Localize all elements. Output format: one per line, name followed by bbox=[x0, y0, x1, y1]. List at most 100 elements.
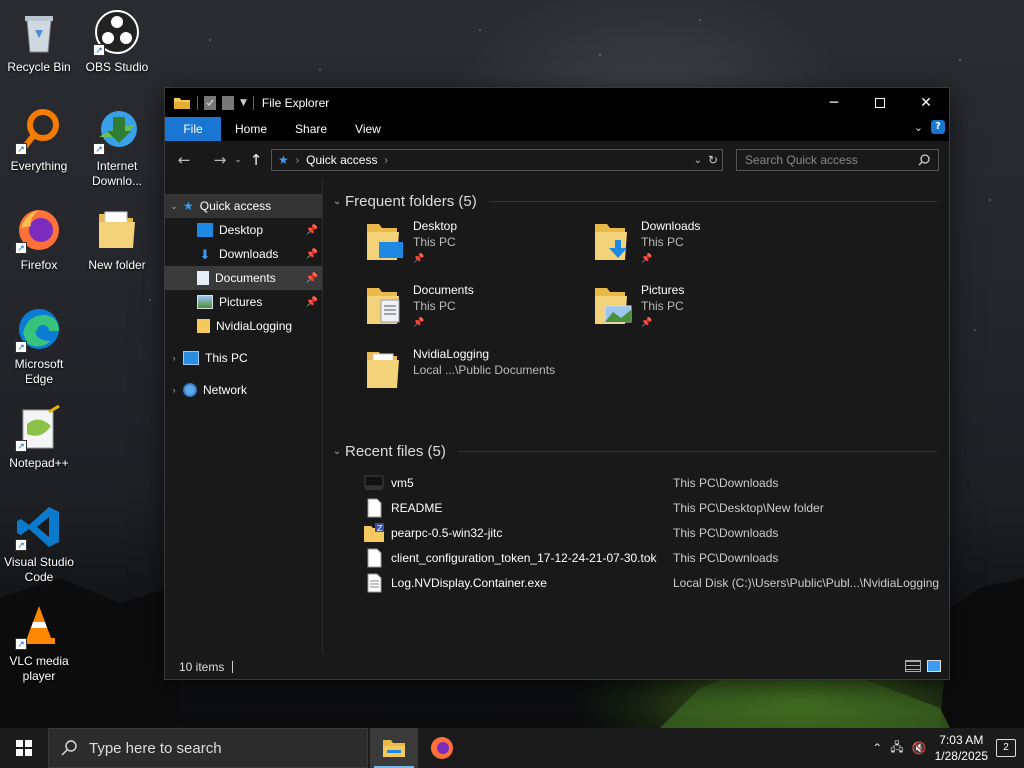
tab-home[interactable]: Home bbox=[221, 117, 281, 141]
shortcut-arrow-icon: ↗ bbox=[15, 242, 27, 254]
desktop-icon-internet-download-manager[interactable]: ↗ Internet Downlo... bbox=[78, 107, 156, 189]
expand-ribbon-icon[interactable]: ⌄ bbox=[914, 121, 923, 134]
computer-icon bbox=[183, 351, 199, 365]
recent-file-row[interactable]: README This PC\Desktop\New folder bbox=[329, 495, 949, 520]
desktop-icon-vlc[interactable]: ↗ VLC media player bbox=[0, 602, 78, 684]
pin-icon: 📌 bbox=[305, 272, 318, 284]
minimize-button[interactable]: ─ bbox=[811, 88, 857, 117]
folder-icon bbox=[363, 346, 407, 394]
pin-icon: 📌 bbox=[305, 224, 318, 236]
nav-item-nvidialogging[interactable]: NvidiaLogging bbox=[165, 314, 322, 338]
recent-locations-button[interactable]: ⌄ bbox=[231, 155, 245, 165]
recent-file-row[interactable]: client_configuration_token_17-12-24-21-0… bbox=[329, 545, 949, 570]
nav-item-desktop[interactable]: Desktop 📌 bbox=[165, 218, 322, 242]
start-button[interactable] bbox=[0, 728, 48, 768]
desktop-icon-everything[interactable]: ↗ Everything bbox=[0, 107, 78, 174]
search-icon bbox=[918, 154, 930, 166]
documents-icon bbox=[197, 271, 209, 285]
content-pane: ⌄ Frequent folders (5) Desktop This PC 📌 bbox=[323, 180, 949, 654]
recent-file-row[interactable]: Z pearpc-0.5-win32-jitc This PC\Download… bbox=[329, 520, 949, 545]
search-icon bbox=[61, 740, 77, 756]
clock-date: 1/28/2025 bbox=[934, 749, 988, 763]
nav-item-pictures[interactable]: Pictures 📌 bbox=[165, 290, 322, 314]
recent-files-header[interactable]: ⌄ Recent files (5) bbox=[329, 438, 949, 464]
nav-item-downloads[interactable]: ⬇ Downloads 📌 bbox=[165, 242, 322, 266]
folder-tile-desktop[interactable]: Desktop This PC 📌 bbox=[363, 218, 573, 274]
search-input[interactable]: Search Quick access bbox=[736, 149, 939, 171]
collapse-chevron-icon[interactable]: ⌄ bbox=[329, 446, 345, 457]
folder-app-icon bbox=[174, 97, 190, 109]
details-view-icon[interactable] bbox=[905, 660, 921, 672]
large-icons-view-icon[interactable] bbox=[927, 660, 941, 672]
customize-qat-icon[interactable]: ▼ bbox=[240, 98, 247, 108]
title-bar[interactable]: ▼ File Explorer ─ ✕ bbox=[165, 88, 949, 117]
taskbar-firefox[interactable] bbox=[418, 728, 466, 768]
nav-item-documents[interactable]: Documents 📌 bbox=[165, 266, 322, 290]
clock-time: 7:03 AM bbox=[939, 733, 984, 747]
notification-center-icon[interactable]: 2 bbox=[996, 739, 1016, 757]
folder-icon bbox=[93, 206, 141, 254]
taskbar-search-box[interactable]: Type here to search bbox=[48, 728, 368, 768]
expand-caret-icon[interactable]: › bbox=[165, 353, 183, 363]
pictures-icon bbox=[197, 295, 213, 309]
svg-text:Z: Z bbox=[377, 524, 383, 533]
desktop-icon-notepad-plus-plus[interactable]: ↗ Notepad++ bbox=[0, 404, 78, 471]
recent-file-row[interactable]: Log.NVDisplay.Container.exe Local Disk (… bbox=[329, 570, 949, 595]
idm-icon: ↗ bbox=[93, 107, 141, 155]
tab-share[interactable]: Share bbox=[281, 117, 341, 141]
help-icon[interactable]: ? bbox=[931, 120, 945, 134]
up-button[interactable]: ↑ bbox=[245, 151, 267, 169]
pin-icon: 📌 bbox=[641, 317, 653, 327]
desktop-icon-recycle-bin[interactable]: Recycle Bin bbox=[0, 8, 78, 75]
desktop-icon-firefox[interactable]: ↗ Firefox bbox=[0, 206, 78, 273]
desktop-icon bbox=[197, 223, 213, 237]
nav-this-pc[interactable]: › This PC bbox=[165, 346, 322, 370]
recent-file-row[interactable]: vm5 This PC\Downloads bbox=[329, 470, 949, 495]
pin-icon: 📌 bbox=[641, 253, 653, 263]
back-button[interactable]: ← bbox=[173, 151, 195, 169]
search-magnifier-icon: ↗ bbox=[15, 107, 63, 155]
search-placeholder: Search Quick access bbox=[745, 153, 858, 167]
expand-caret-icon[interactable]: ⌄ bbox=[165, 201, 183, 212]
vlc-icon: ↗ bbox=[15, 602, 63, 650]
vm-file-icon bbox=[364, 475, 384, 490]
breadcrumb-quick-access[interactable]: Quick access bbox=[306, 153, 377, 167]
breadcrumb-separator-icon: › bbox=[295, 154, 300, 166]
desktop-icon-microsoft-edge[interactable]: ↗ Microsoft Edge bbox=[0, 305, 78, 387]
clock[interactable]: 7:03 AM 1/28/2025 bbox=[935, 732, 988, 764]
address-dropdown-icon[interactable]: ⌄ bbox=[694, 155, 702, 166]
nav-quick-access[interactable]: ⌄ ★ Quick access bbox=[165, 194, 322, 218]
close-button[interactable]: ✕ bbox=[903, 88, 949, 117]
downloads-icon: ⬇ bbox=[199, 247, 211, 262]
folder-tile-downloads[interactable]: Downloads This PC 📌 bbox=[591, 218, 801, 274]
nav-network[interactable]: › Network bbox=[165, 378, 322, 402]
collapse-chevron-icon[interactable]: ⌄ bbox=[329, 196, 345, 207]
address-bar[interactable]: ★ › Quick access › ⌄ ↻ bbox=[271, 149, 723, 171]
desktop-icon-obs-studio[interactable]: ↗ OBS Studio bbox=[78, 8, 156, 75]
network-icon bbox=[183, 383, 197, 397]
refresh-icon[interactable]: ↻ bbox=[708, 153, 718, 167]
forward-button[interactable]: → bbox=[209, 151, 231, 169]
taskbar: Type here to search ⌃ 🖧 🔇 7:03 AM 1/28/2… bbox=[0, 728, 1024, 768]
folder-tile-nvidialogging[interactable]: NvidiaLogging Local ...\Public Documents bbox=[363, 346, 573, 402]
frequent-folders-header[interactable]: ⌄ Frequent folders (5) bbox=[329, 188, 949, 214]
vscode-icon: ↗ bbox=[15, 503, 63, 551]
folder-tile-pictures[interactable]: Pictures This PC 📌 bbox=[591, 282, 801, 338]
tab-view[interactable]: View bbox=[341, 117, 395, 141]
new-folder-icon[interactable] bbox=[222, 95, 234, 110]
show-hidden-icons-chevron-icon[interactable]: ⌃ bbox=[872, 741, 882, 755]
tab-file[interactable]: File bbox=[165, 117, 221, 141]
taskbar-file-explorer[interactable] bbox=[370, 728, 418, 768]
document-file-icon bbox=[367, 548, 382, 567]
expand-caret-icon[interactable]: › bbox=[165, 385, 183, 395]
properties-icon[interactable] bbox=[204, 95, 216, 110]
network-status-icon[interactable]: 🖧 bbox=[890, 738, 903, 759]
volume-muted-icon[interactable]: 🔇 bbox=[912, 741, 927, 755]
folder-tile-documents[interactable]: Documents This PC 📌 bbox=[363, 282, 573, 338]
maximize-button[interactable] bbox=[857, 88, 903, 117]
desktop-icon-visual-studio-code[interactable]: ↗ Visual Studio Code bbox=[0, 503, 78, 585]
desktop-icon-new-folder[interactable]: New folder bbox=[78, 206, 156, 273]
document-file-icon bbox=[367, 498, 382, 517]
windows-logo-icon bbox=[16, 740, 32, 756]
pin-icon: 📌 bbox=[305, 248, 318, 260]
